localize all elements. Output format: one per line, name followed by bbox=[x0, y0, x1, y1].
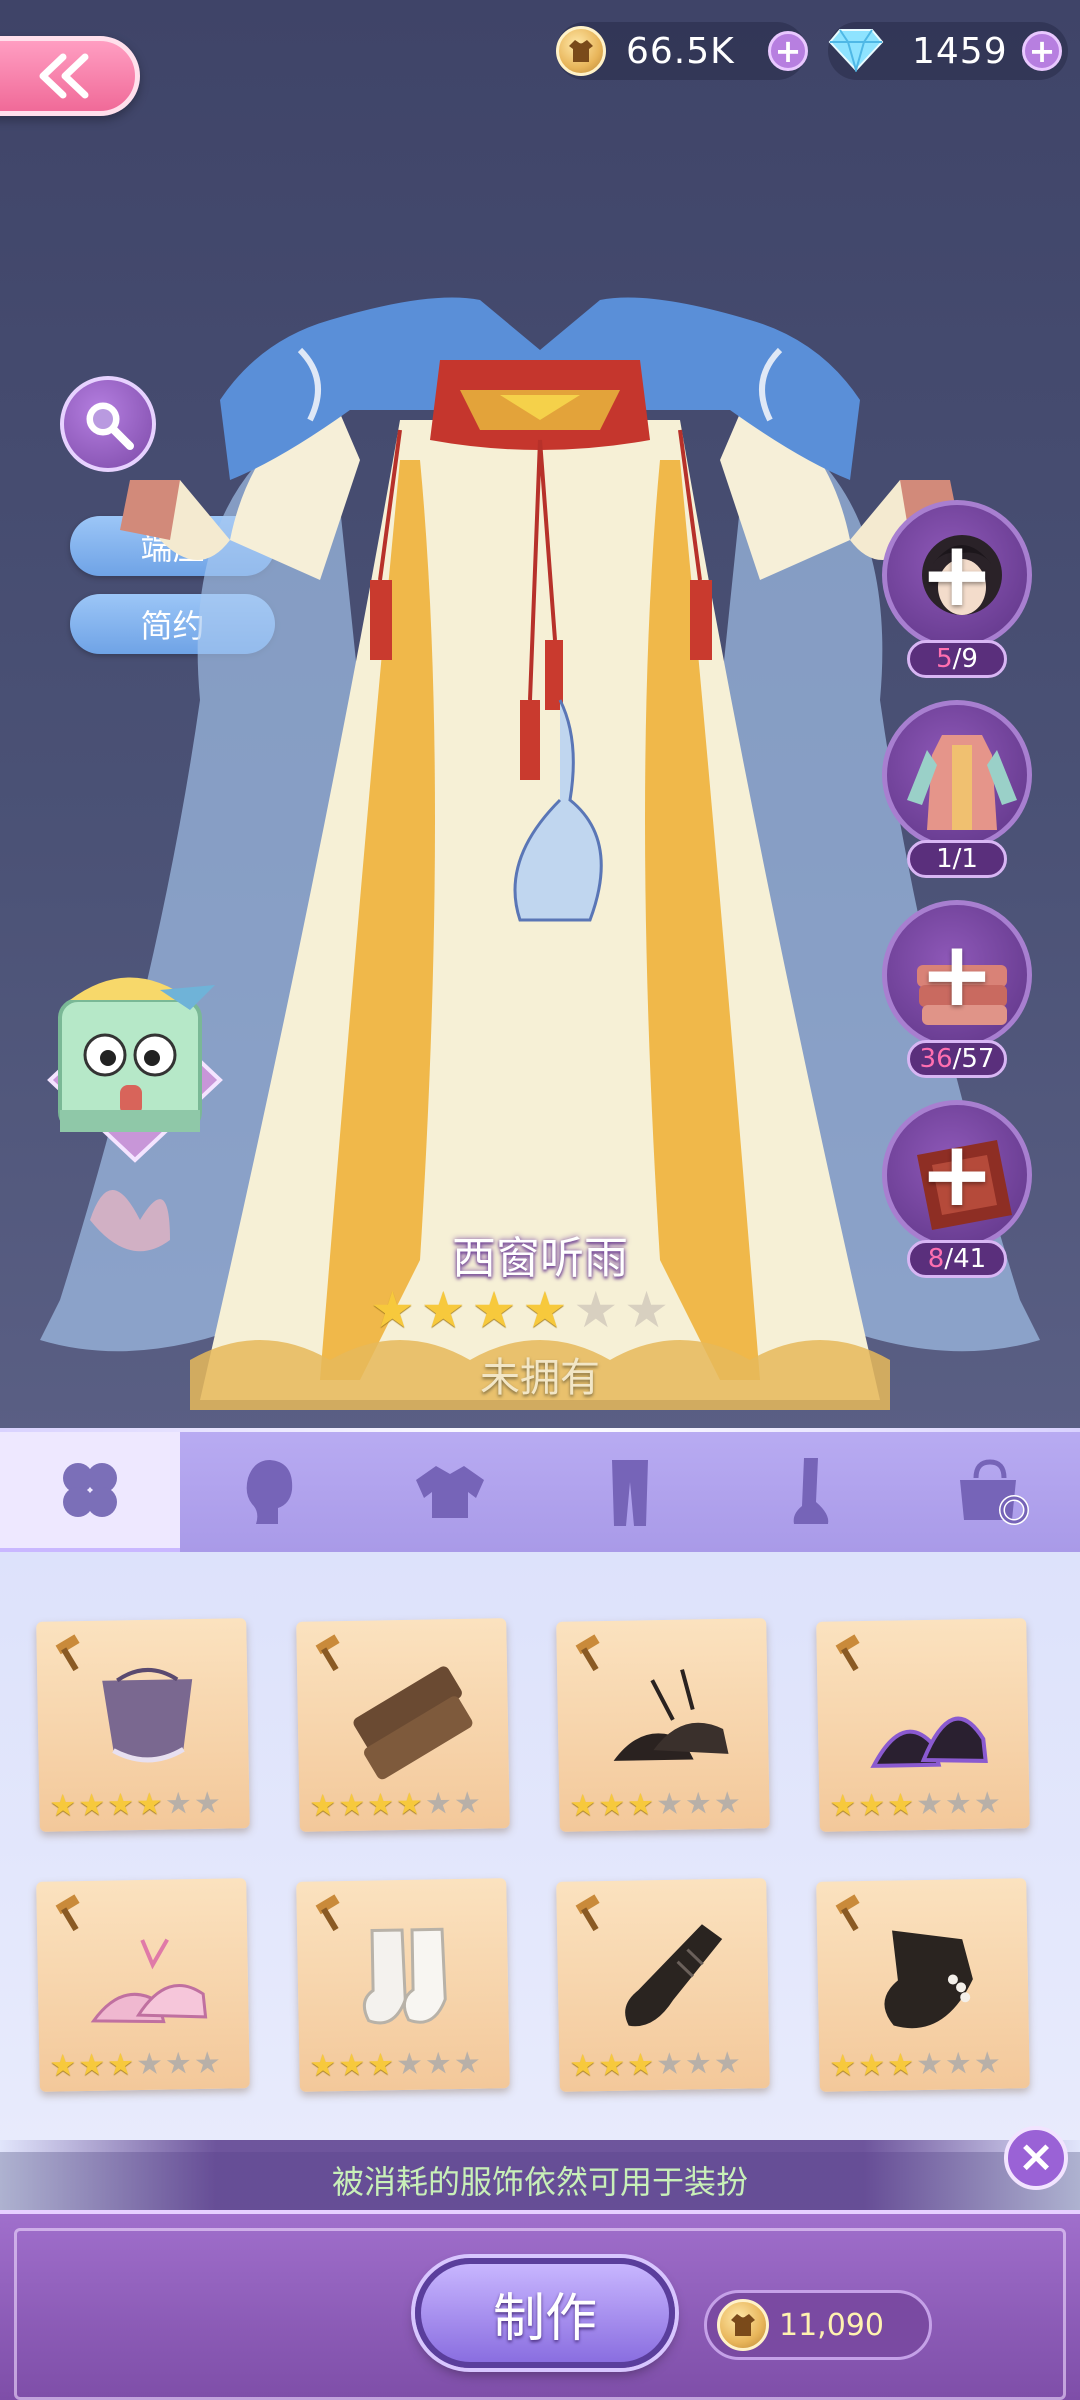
fabric-slot-circle[interactable]: + bbox=[882, 900, 1032, 1050]
sewing-machine-mascot-icon[interactable] bbox=[30, 960, 240, 1190]
star-icon: ★ bbox=[471, 1281, 517, 1339]
hair-slot-circle[interactable]: + bbox=[882, 500, 1032, 650]
item-card[interactable]: ★ ★ ★ ★ ★ ★ bbox=[556, 1878, 770, 2092]
make-button[interactable]: 制作 bbox=[415, 2258, 675, 2368]
hair-material-slot[interactable]: + 5/9 bbox=[882, 500, 1032, 678]
star-empty-icon: ★ bbox=[573, 1281, 619, 1339]
cost-display: 11,090 bbox=[704, 2290, 932, 2360]
outfit-star-rating: ★ ★ ★ ★ ★ ★ bbox=[370, 1285, 669, 1335]
purple-heels-icon bbox=[870, 1716, 988, 1768]
tab-shoes[interactable] bbox=[720, 1432, 900, 1552]
info-banner: 被消耗的服饰依然可用于装扮 bbox=[0, 2140, 1080, 2220]
foot-icon bbox=[793, 1458, 829, 1524]
item-card[interactable]: ★ ★ ★ ★ ★ ★ bbox=[296, 1878, 510, 2092]
coin-amount: 66.5K bbox=[626, 30, 735, 72]
add-diamond-button[interactable]: + bbox=[1022, 31, 1062, 71]
star-icon: ★ bbox=[420, 1281, 466, 1339]
black-heels-icon bbox=[613, 1669, 729, 1761]
diamond-icon bbox=[828, 26, 884, 76]
item-star-rating: ★ ★ ★ ★ ★ ★ bbox=[309, 2045, 482, 2084]
diamond-amount: 1459 bbox=[912, 30, 1008, 72]
item-card[interactable]: ★ ★ ★ ★ ★ ★ bbox=[36, 1878, 250, 2092]
outfit-name: 西窗听雨 bbox=[452, 1233, 628, 1284]
coin-icon bbox=[717, 2299, 769, 2351]
item-star-rating: ★ ★ ★ ★ ★ ★ bbox=[309, 1785, 482, 1824]
black-pearl-glove-icon bbox=[884, 1930, 973, 2029]
diamond-currency: 1459 + bbox=[828, 22, 1068, 80]
item-star-rating: ★ ★ ★ ★ ★ ★ bbox=[569, 1785, 742, 1824]
fabric-slot-count: 36/57 bbox=[907, 1040, 1007, 1078]
item-star-rating: ★ ★ ★ ★ ★ ★ bbox=[569, 2045, 742, 2084]
dress-thumbnail-icon bbox=[907, 735, 1017, 830]
tab-accessory[interactable] bbox=[0, 1432, 180, 1552]
item-card[interactable]: ★ ★ ★ ★ ★ ★ bbox=[816, 1878, 1030, 2092]
pants-icon bbox=[612, 1460, 648, 1526]
item-star-rating: ★ ★ ★ ★ ★ ★ bbox=[829, 2045, 1002, 2084]
item-card[interactable]: ★ ★ ★ ★ ★ ★ bbox=[556, 1618, 770, 1832]
star-icon: ★ bbox=[522, 1281, 568, 1339]
item-card[interactable]: ★ ★ ★ ★ ★ ★ bbox=[36, 1618, 250, 1832]
star-empty-icon: ★ bbox=[624, 1281, 669, 1339]
coin-icon bbox=[556, 26, 606, 76]
item-star-rating: ★ ★ ★ ★ ★ ★ bbox=[49, 2045, 222, 2084]
close-button[interactable]: × bbox=[1004, 2126, 1068, 2190]
ownership-status: 未拥有 bbox=[480, 1355, 600, 1401]
item-star-rating: ★ ★ ★ ★ ★ ★ bbox=[829, 1785, 1002, 1824]
wood-plank-icon bbox=[353, 1666, 473, 1780]
double-chevron-left-icon bbox=[39, 53, 89, 99]
fabric-material-slot[interactable]: + 36/57 bbox=[882, 900, 1032, 1078]
black-lace-glove-icon bbox=[625, 1924, 723, 2027]
coin-currency: 66.5K + bbox=[556, 22, 808, 80]
bag-ring-icon bbox=[960, 1459, 1029, 1525]
outfit-slot-circle[interactable] bbox=[882, 700, 1032, 850]
category-tabbar bbox=[0, 1432, 1080, 1552]
clover-icon bbox=[63, 1463, 117, 1517]
hair-slot-count: 5/9 bbox=[907, 640, 1007, 678]
star-icon: ★ bbox=[370, 1281, 415, 1339]
cost-amount: 11,090 bbox=[779, 2307, 884, 2343]
item-card[interactable]: ★ ★ ★ ★ ★ ★ bbox=[816, 1618, 1030, 1832]
item-star-rating: ★ ★ ★ ★ ★ ★ bbox=[49, 1785, 222, 1824]
item-card[interactable]: ★ ★ ★ ★ ★ ★ bbox=[296, 1618, 510, 1832]
top-icon bbox=[102, 1667, 193, 1763]
white-gloves-icon bbox=[362, 1927, 447, 2025]
tab-bag[interactable] bbox=[900, 1432, 1080, 1552]
plus-icon: + bbox=[919, 922, 995, 1027]
back-button[interactable] bbox=[0, 36, 140, 116]
head-silhouette-icon bbox=[246, 1460, 293, 1524]
top-garment-icon bbox=[416, 1466, 484, 1518]
outfit-slot-count: 1/1 bbox=[907, 840, 1007, 878]
outfit-material-slot[interactable]: 1/1 bbox=[882, 700, 1032, 878]
plus-icon: + bbox=[919, 522, 995, 627]
plus-icon: + bbox=[919, 1122, 995, 1227]
tab-bottom[interactable] bbox=[540, 1432, 720, 1552]
tab-hair[interactable] bbox=[180, 1432, 360, 1552]
add-coin-button[interactable]: + bbox=[768, 31, 808, 71]
tab-top[interactable] bbox=[360, 1432, 540, 1552]
pink-heels-icon bbox=[90, 1938, 208, 2024]
